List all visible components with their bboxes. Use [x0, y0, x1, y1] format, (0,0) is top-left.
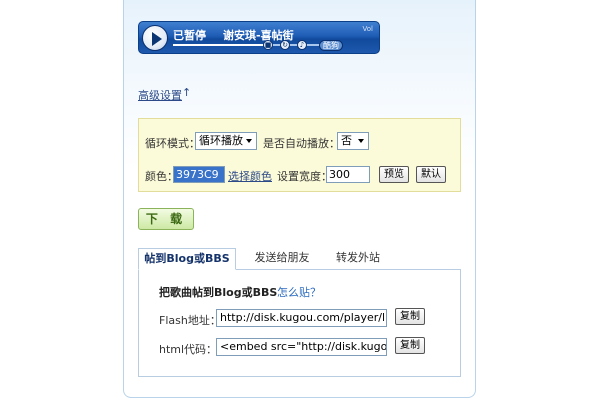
tab-forward-site[interactable]: 转发外站 [322, 248, 394, 270]
loop-button[interactable]: ↻ [280, 40, 290, 50]
width-label: 设置宽度： [277, 170, 332, 183]
speaker-icon: ♪ [299, 41, 305, 49]
pick-color-link[interactable]: 选择颜色 [228, 168, 272, 184]
kugou-logo-button[interactable]: 酷狗 [319, 40, 343, 51]
arrow-up-icon: ↑ [182, 86, 192, 99]
tab-post-blog[interactable]: 帖到Blog或BBS [138, 248, 236, 270]
download-button[interactable]: 下 载 [138, 208, 194, 230]
flash-url-label: Flash地址： [159, 314, 221, 327]
html-code-label: html代码： [159, 343, 218, 356]
play-icon [152, 32, 162, 46]
player-status: 已暂停 [173, 29, 206, 42]
stop-icon: ■ [264, 41, 272, 49]
volume-button[interactable]: ♪ [297, 40, 307, 50]
music-player: 已暂停 谢安琪-喜帖街 Vol ■ ↻ ♪ 酷狗 [138, 21, 380, 54]
width-input[interactable]: 300 [326, 166, 370, 183]
chevron-down-icon [358, 139, 364, 143]
share-title: 把歌曲帖到Blog或BBS [159, 286, 278, 299]
advanced-settings-link[interactable]: 高级设置 [138, 87, 182, 103]
html-code-input[interactable]: <embed src="http://disk.kugou.com [216, 338, 387, 356]
stop-button[interactable]: ■ [263, 40, 273, 50]
settings-box: 循环模式： 循环播放 是否自动播放： 否 颜色： 3973C9 选择颜色 设置宽… [138, 118, 461, 192]
autoplay-value: 否 [341, 134, 352, 147]
loop-mode-select[interactable]: 循环播放 [195, 132, 257, 150]
progress-fill [173, 44, 263, 46]
loop-mode-label: 循环模式： [145, 137, 200, 150]
autoplay-label: 是否自动播放： [263, 137, 340, 150]
tab-content: 把歌曲帖到Blog或BBS 怎么贴？ Flash地址： http://disk.… [138, 269, 461, 377]
autoplay-select[interactable]: 否 [337, 132, 369, 150]
loop-icon: ↻ [282, 41, 288, 49]
tab-send-friend[interactable]: 发送给朋友 [242, 248, 322, 270]
preview-button[interactable]: 预览 [379, 166, 409, 183]
player-settings-panel: 已暂停 谢安琪-喜帖街 Vol ■ ↻ ♪ 酷狗 高级设置 ↑ 循环模式： 循环… [123, 0, 476, 398]
copy-flash-button[interactable]: 复制 [395, 308, 425, 325]
flash-url-input[interactable]: http://disk.kugou.com/player/listid/0/ [216, 309, 387, 327]
volume-label: Vol [362, 25, 373, 33]
chevron-down-icon [246, 139, 252, 143]
copy-html-button[interactable]: 复制 [395, 337, 425, 354]
loop-mode-value: 循环播放 [199, 134, 243, 147]
color-input[interactable]: 3973C9 [173, 166, 225, 183]
play-button[interactable] [142, 25, 168, 51]
default-button[interactable]: 默认 [416, 166, 446, 183]
share-tabs: 帖到Blog或BBS 发送给朋友 转发外站 [138, 248, 461, 270]
how-to-post-link[interactable]: 怎么贴？ [277, 284, 321, 300]
